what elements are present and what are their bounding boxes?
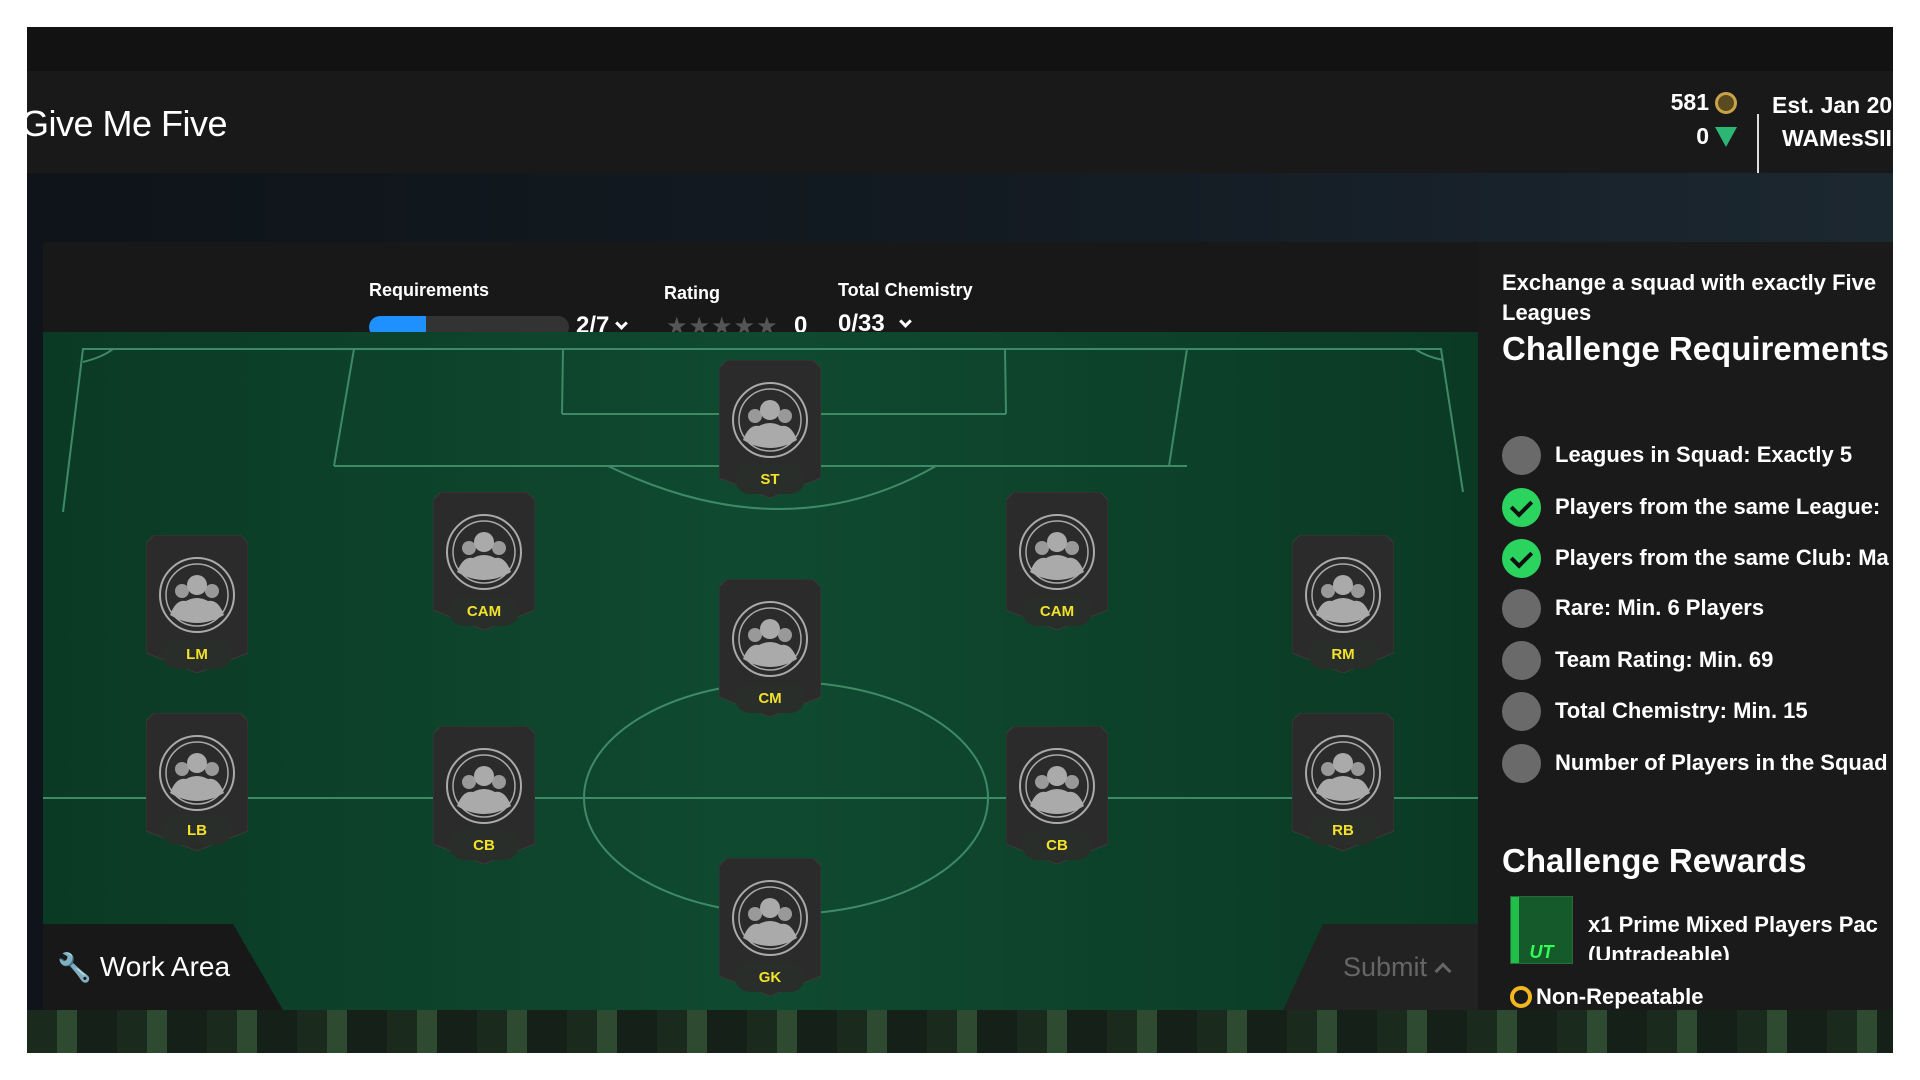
requirement-text: Rare: Min. 6 Players: [1555, 595, 1765, 620]
challenge-description: Exchange a squad with exactly Five Leagu…: [1502, 270, 1877, 325]
background-blur: [27, 1010, 1893, 1053]
wrench-icon: 🔧: [57, 951, 92, 983]
fc-points-icon: [1715, 126, 1737, 147]
username: WAMesSII: [1782, 125, 1892, 151]
position-label: RB: [1308, 815, 1378, 845]
chevron-down-icon: [898, 315, 912, 328]
submit-label: Submit: [1343, 951, 1428, 982]
requirement-text: Players from the same League:: [1555, 494, 1881, 519]
page-title: Give Me Five: [27, 103, 228, 144]
requirement-text: Leagues in Squad: Exactly 5: [1555, 442, 1853, 467]
requirement-text: Team Rating: Min. 69: [1555, 647, 1774, 672]
position-label: LB: [162, 815, 232, 845]
established-date: Est. Jan 20: [1772, 92, 1893, 118]
requirements-label: Requirements: [369, 280, 490, 300]
position-label: CAM: [449, 596, 519, 626]
empty-circle-icon: [1502, 588, 1541, 628]
squad-builder: Requirements 2/7 Rating ★★★★★ 0 Total Ch…: [43, 242, 1478, 1010]
chemistry-label: Total Chemistry: [838, 280, 973, 300]
reward-line-1: x1 Prime Mixed Players Pac: [1588, 912, 1878, 937]
coins-value: 581: [1670, 89, 1709, 115]
position-label: ST: [735, 464, 805, 494]
requirements-title: Challenge Requirements: [1502, 330, 1889, 367]
requirement-item: Players from the same Club: Ma: [1502, 538, 1889, 578]
chevron-down-icon: [615, 317, 629, 330]
points-balance: 0: [1696, 123, 1737, 150]
reward-line-2: (Untradeable): [1588, 942, 1730, 960]
position-label: RM: [1308, 639, 1378, 669]
requirement-text: Total Chemistry: Min. 15: [1555, 698, 1808, 723]
non-repeatable-label: Non-Repeatable: [1536, 984, 1704, 1009]
requirement-item: Total Chemistry: Min. 15: [1502, 691, 1808, 731]
title-bar: Give Me Five 581 0 Est. Jan 20 WAMesSII: [27, 71, 1893, 188]
rewards-title: Challenge Rewards: [1502, 842, 1807, 879]
requirement-item: Team Rating: Min. 69: [1502, 640, 1773, 680]
non-repeatable-badge: Non-Repeatable: [1510, 984, 1703, 1010]
points-value: 0: [1696, 123, 1709, 149]
empty-circle-icon: [1502, 435, 1541, 475]
check-circle-icon: [1502, 487, 1541, 527]
reward-text: x1 Prime Mixed Players Pac (Untradeable): [1588, 910, 1878, 960]
work-area-label: Work Area: [99, 951, 231, 982]
pack-logo: UT: [1529, 942, 1554, 962]
position-label: CB: [1022, 830, 1092, 860]
check-circle-icon: [1502, 538, 1541, 578]
coin-icon: [1715, 91, 1737, 114]
requirement-item: Number of Players in the Squad: [1502, 743, 1888, 783]
challenge-panel: Exchange a squad with exactly Five Leagu…: [1478, 242, 1893, 1010]
position-label: CB: [449, 830, 519, 860]
top-bar: [27, 27, 1893, 71]
rating-label: Rating: [664, 283, 720, 303]
requirement-item: Rare: Min. 6 Players: [1502, 588, 1764, 628]
requirement-text: Players from the same Club: Ma: [1555, 545, 1889, 570]
chevron-up-icon: [1434, 962, 1452, 980]
non-repeatable-icon: [1510, 986, 1532, 1008]
empty-circle-icon: [1502, 743, 1541, 783]
coins-balance: 581: [1671, 89, 1737, 116]
position-label: CM: [735, 683, 805, 713]
requirement-text: Number of Players in the Squad: [1555, 750, 1888, 775]
position-label: LM: [162, 639, 232, 669]
requirement-item: Players from the same League:: [1502, 487, 1880, 527]
empty-circle-icon: [1502, 640, 1541, 680]
requirement-item: Leagues in Squad: Exactly 5: [1502, 435, 1852, 475]
player-pack-image: UT: [1510, 896, 1573, 964]
position-label: CAM: [1022, 596, 1092, 626]
position-label: GK: [735, 962, 805, 992]
game-screen: Give Me Five 581 0 Est. Jan 20 WAMesSII …: [27, 27, 1893, 1053]
empty-circle-icon: [1502, 691, 1541, 731]
